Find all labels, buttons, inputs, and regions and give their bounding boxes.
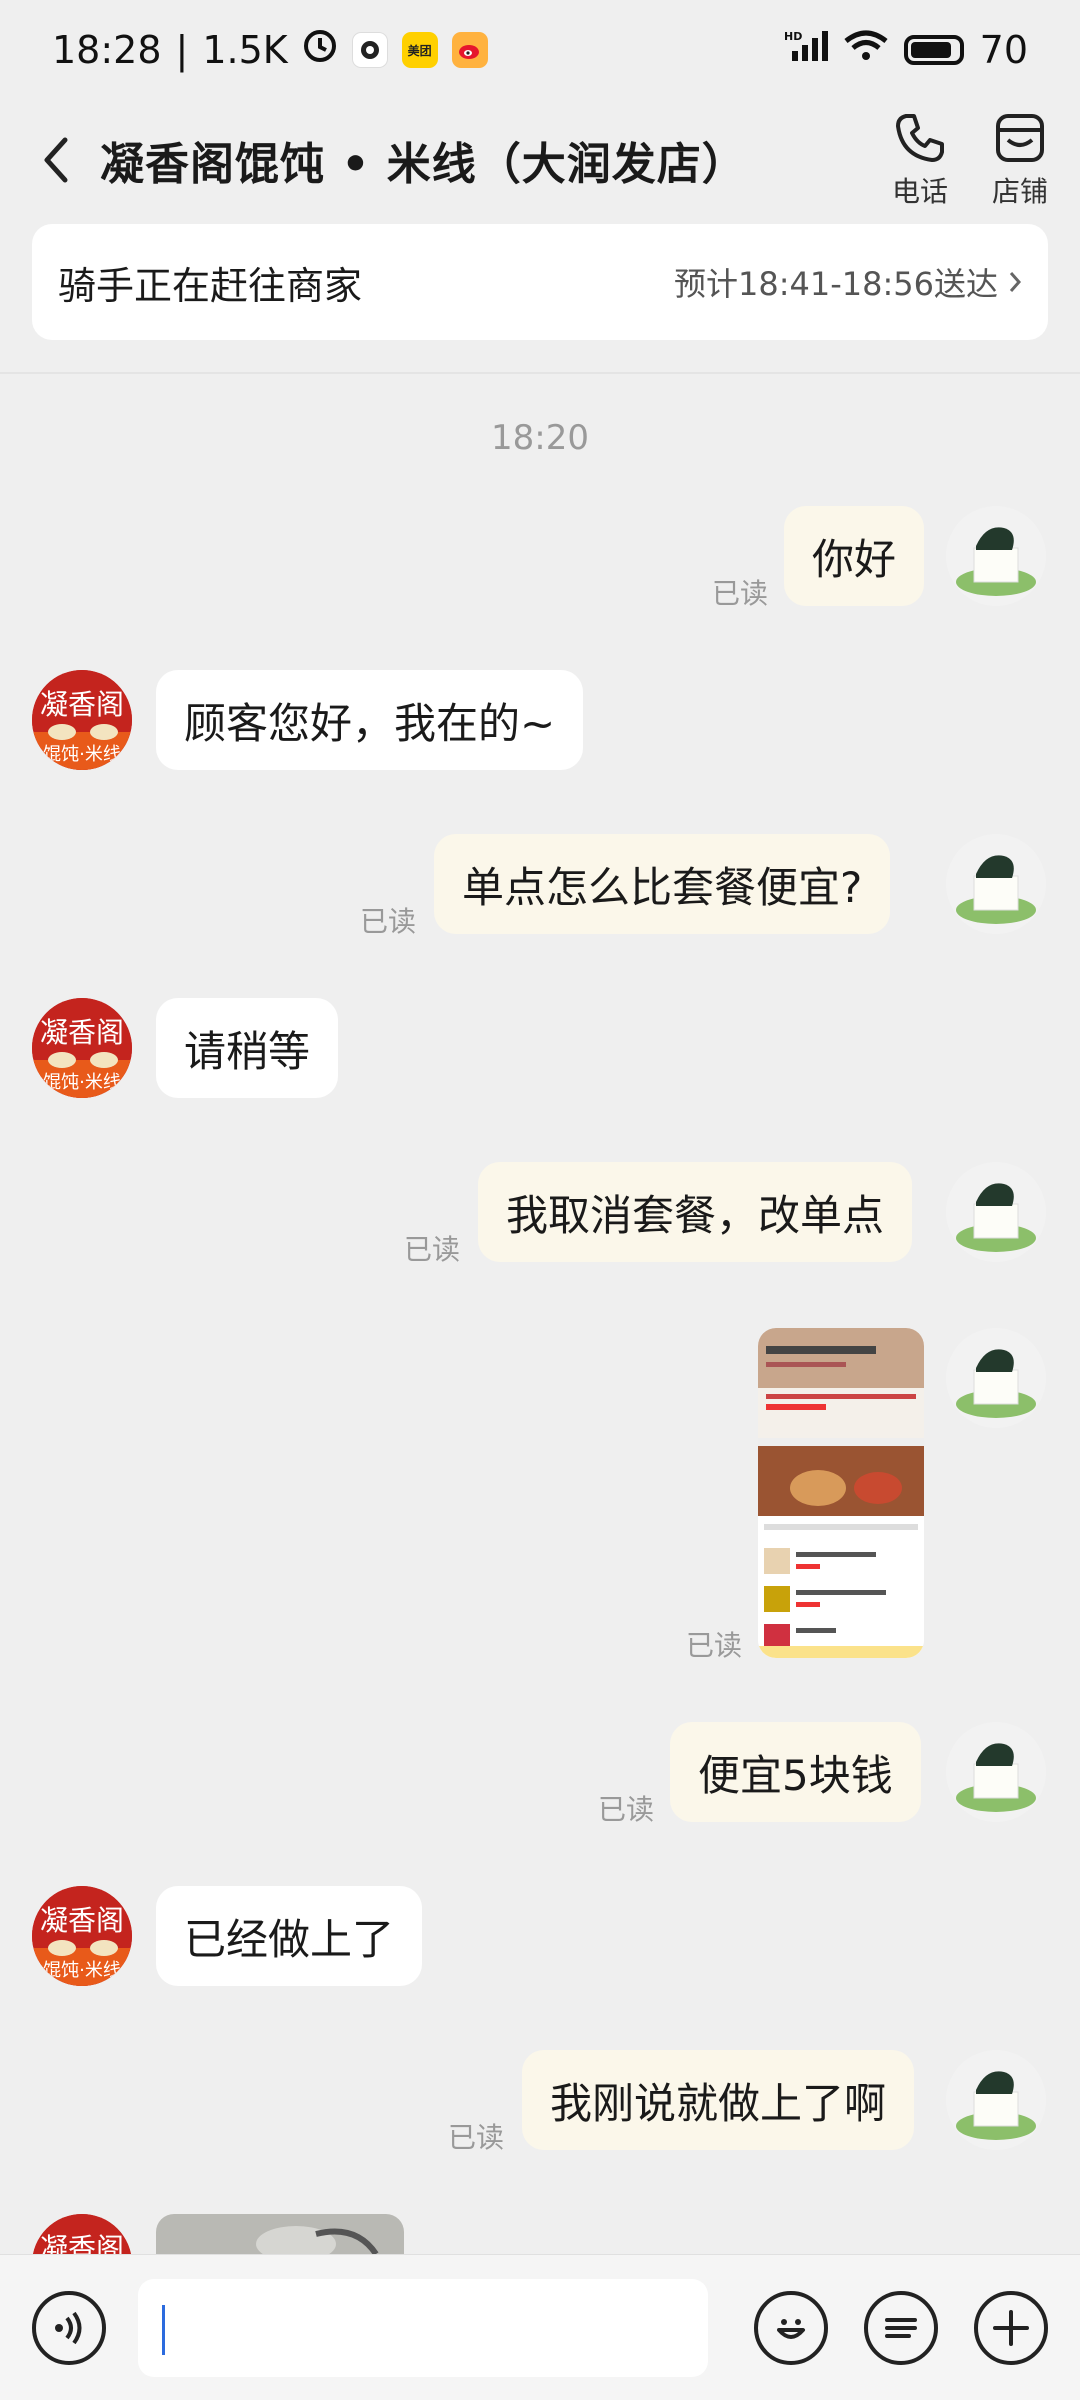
message-bubble-incoming[interactable]: 已经做上了 — [156, 1886, 423, 1986]
message-bubble-outgoing[interactable]: 你好 — [784, 506, 925, 606]
clock-icon — [302, 28, 338, 73]
shop-avatar[interactable]: 凝香阁馄饨·米线 — [32, 1886, 132, 1986]
shop-avatar[interactable]: 凝香阁馄饨·米线 — [32, 670, 132, 770]
status-separator: | — [175, 28, 189, 72]
read-receipt: 已读 — [448, 2121, 505, 2154]
network-speed: 1.5K — [202, 28, 288, 72]
image-message-screenshot[interactable] — [758, 1328, 924, 1658]
read-receipt: 已读 — [598, 1793, 655, 1826]
chat-header: 凝香阁馄饨 • 米线（大润发店） 电话 店铺 — [0, 100, 1080, 220]
message-bubble-outgoing[interactable]: 我刚说就做上了啊 — [522, 2050, 915, 2150]
user-avatar[interactable] — [946, 834, 1046, 934]
back-button[interactable] — [32, 120, 80, 200]
svg-text:凝香阁: 凝香阁 — [40, 1904, 124, 1937]
store-icon — [995, 114, 1044, 162]
emoji-button[interactable] — [754, 2290, 828, 2365]
list-icon — [885, 2317, 917, 2338]
phone-label: 电话 — [891, 175, 948, 208]
more-button[interactable] — [974, 2290, 1048, 2365]
svg-text:HD: HD — [784, 30, 802, 43]
battery-icon — [903, 35, 964, 65]
svg-text:馄饨·米线: 馄饨·米线 — [43, 744, 121, 765]
battery-level: 70 — [979, 28, 1028, 72]
store-label: 店铺 — [991, 175, 1048, 208]
weibo-app-icon — [451, 32, 488, 68]
svg-text:馄饨·米线: 馄饨·米线 — [43, 1960, 121, 1981]
page-title: 凝香阁馄饨 • 米线（大润发店） — [100, 139, 747, 190]
message-input-bar — [0, 2254, 1080, 2400]
eta-text: 预计18:41-18:56送达 — [674, 265, 998, 303]
header-divider — [0, 372, 1080, 374]
user-avatar[interactable] — [946, 1162, 1046, 1262]
user-avatar[interactable] — [946, 1328, 1046, 1428]
read-receipt: 已读 — [712, 577, 769, 610]
status-bar: 18:28 | 1.5K 美团 HD 70 — [0, 0, 1080, 100]
quick-reply-button[interactable] — [864, 2290, 938, 2365]
rider-status: 骑手正在赶往商家 — [58, 263, 363, 308]
user-avatar[interactable] — [946, 2050, 1046, 2150]
svg-text:凝香阁: 凝香阁 — [40, 688, 124, 721]
chat-timestamp: 18:20 — [491, 418, 589, 458]
message-bubble-incoming[interactable]: 请稍等 — [156, 998, 339, 1098]
read-receipt: 已读 — [686, 1629, 743, 1662]
chevron-right-icon — [1009, 272, 1022, 292]
user-avatar[interactable] — [946, 506, 1046, 606]
voice-icon — [55, 2311, 82, 2344]
message-bubble-outgoing[interactable]: 单点怎么比套餐便宜? — [434, 834, 891, 934]
message-bubble-incoming[interactable]: 顾客您好，我在的~ — [156, 670, 584, 770]
text-caret — [162, 2304, 165, 2355]
user-avatar[interactable] — [946, 1722, 1046, 1822]
meituan-app-icon: 美团 — [401, 32, 438, 68]
message-bubble-outgoing[interactable]: 我取消套餐，改单点 — [478, 1162, 913, 1262]
wifi-icon — [844, 28, 888, 72]
delivery-status-card[interactable]: 骑手正在赶往商家 预计18:41-18:56送达 — [32, 224, 1048, 340]
read-receipt: 已读 — [404, 1233, 461, 1266]
svg-text:馄饨·米线: 馄饨·米线 — [43, 1072, 121, 1093]
status-time: 18:28 — [52, 28, 162, 72]
emoji-icon — [777, 2318, 805, 2339]
chevron-left-icon — [44, 137, 68, 183]
delivery-eta: 预计18:41-18:56送达 — [674, 259, 1022, 305]
shop-avatar[interactable]: 凝香阁馄饨·米线 — [32, 998, 132, 1098]
signal-icon: HD — [784, 28, 828, 72]
svg-text:凝香阁: 凝香阁 — [40, 1016, 124, 1049]
message-bubble-outgoing[interactable]: 便宜5块钱 — [670, 1722, 921, 1822]
plus-icon — [993, 2309, 1029, 2346]
phone-icon — [895, 114, 944, 162]
phone-button[interactable]: 电话 — [892, 110, 948, 210]
store-button[interactable]: 店铺 — [992, 110, 1048, 210]
voice-input-button[interactable] — [32, 2290, 106, 2365]
read-receipt: 已读 — [360, 905, 417, 938]
message-input[interactable] — [138, 2278, 708, 2377]
camera-app-icon — [351, 32, 388, 68]
